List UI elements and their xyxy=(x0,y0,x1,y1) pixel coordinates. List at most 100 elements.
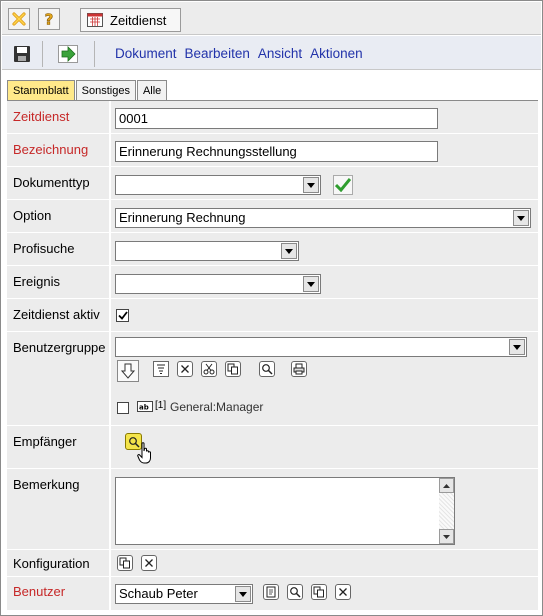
config-remove-button[interactable] xyxy=(141,555,157,571)
empfaenger-label: Empfänger xyxy=(7,426,109,468)
toolbar: Dokument Bearbeiten Ansicht Aktionen xyxy=(2,36,541,70)
konfiguration-label: Konfiguration xyxy=(7,550,109,576)
print-button[interactable] xyxy=(291,361,307,377)
benutzer-label: Benutzer xyxy=(7,577,109,610)
bemerkung-textarea[interactable] xyxy=(115,477,455,545)
option-select[interactable]: Erinnerung Rechnung xyxy=(115,208,531,228)
ereignis-select[interactable] xyxy=(115,274,321,294)
copy-icon xyxy=(119,557,130,569)
bemerkung-scrollbar[interactable] xyxy=(439,478,454,544)
scissors-icon xyxy=(203,363,215,375)
user-document-button[interactable] xyxy=(263,584,279,600)
chevron-down-icon xyxy=(281,243,297,259)
group-entry-label: General:Manager xyxy=(170,400,264,414)
zeitdienst-input[interactable]: 0001 xyxy=(115,108,438,129)
dokumenttyp-label: Dokumenttyp xyxy=(7,167,109,199)
document-tab[interactable]: Zeitdienst xyxy=(80,8,181,32)
arrow-down-icon xyxy=(120,363,136,379)
close-button[interactable] xyxy=(8,8,30,30)
ereignis-label: Ereignis xyxy=(7,266,109,298)
svg-text:ab: ab xyxy=(139,404,149,412)
row-benutzergruppe: Benutzergruppe ab [1] General:Manager xyxy=(7,332,538,426)
row-dokumenttyp: Dokumenttyp xyxy=(7,167,538,200)
help-button[interactable]: ? xyxy=(38,8,60,30)
search-icon xyxy=(262,364,273,375)
config-copy-button[interactable] xyxy=(117,555,133,571)
chevron-down-icon xyxy=(235,586,251,602)
sort-button[interactable] xyxy=(153,361,169,377)
tab-bar: Stammblatt Sonstiges Alle xyxy=(7,80,168,101)
chevron-down-icon xyxy=(303,177,319,193)
tab-alle[interactable]: Alle xyxy=(136,80,168,101)
document-icon xyxy=(266,586,276,598)
chevron-down-icon xyxy=(303,276,319,292)
row-zeitdienst-aktiv: Zeitdienst aktiv xyxy=(7,299,538,332)
user-search-button[interactable] xyxy=(287,584,303,600)
tab-stammblatt[interactable]: Stammblatt xyxy=(7,80,75,101)
floppy-disk-icon xyxy=(14,46,30,62)
menu-bar: Dokument Bearbeiten Ansicht Aktionen xyxy=(115,46,363,61)
zeitdienst-aktiv-label: Zeitdienst aktiv xyxy=(7,299,109,331)
user-copy-button[interactable] xyxy=(311,584,327,600)
row-bemerkung: Bemerkung xyxy=(7,469,538,550)
copy-icon xyxy=(227,363,238,375)
copy-icon xyxy=(313,586,324,598)
remove-button[interactable] xyxy=(177,361,193,377)
benutzer-select[interactable]: Schaub Peter xyxy=(115,584,253,604)
search-icon xyxy=(290,587,301,598)
close-icon xyxy=(12,12,26,26)
zeitdienst-label: Zeitdienst xyxy=(7,101,109,133)
row-konfiguration: Konfiguration xyxy=(7,550,538,577)
profisuche-label: Profisuche xyxy=(7,233,109,265)
printer-icon xyxy=(293,363,305,375)
benutzergruppe-select[interactable] xyxy=(115,337,527,357)
menu-aktionen[interactable]: Aktionen xyxy=(310,46,363,61)
check-icon xyxy=(117,311,128,320)
benutzergruppe-label: Benutzergruppe xyxy=(7,332,109,425)
copy-button[interactable] xyxy=(225,361,241,377)
forward-button[interactable] xyxy=(56,42,80,66)
user-remove-button[interactable] xyxy=(335,584,351,600)
menu-dokument[interactable]: Dokument xyxy=(115,46,177,61)
row-zeitdienst: Zeitdienst 0001 xyxy=(7,101,538,134)
profisuche-select[interactable] xyxy=(115,241,299,261)
document-tab-title: Zeitdienst xyxy=(110,12,167,28)
calendar-icon xyxy=(87,13,103,27)
group-entry-tag: [1] xyxy=(155,400,167,411)
row-benutzer: Benutzer Schaub Peter xyxy=(7,577,538,611)
row-empfaenger: Empfänger xyxy=(7,426,538,469)
cut-button[interactable] xyxy=(201,361,217,377)
zeitdienst-aktiv-checkbox[interactable] xyxy=(116,309,129,322)
application-window: ? Zeitdienst Dokument Bearbeiten Ansicht… xyxy=(0,0,543,616)
row-profisuche: Profisuche xyxy=(7,233,538,266)
bezeichnung-input[interactable]: Erinnerung Rechnungsstellung xyxy=(115,141,438,162)
menu-ansicht[interactable]: Ansicht xyxy=(258,46,302,61)
search-button[interactable] xyxy=(259,361,275,377)
bemerkung-label: Bemerkung xyxy=(7,469,109,549)
group-entry-checkbox[interactable] xyxy=(117,402,129,414)
option-value: Erinnerung Rechnung xyxy=(119,210,246,225)
bezeichnung-label: Bezeichnung xyxy=(7,134,109,166)
chevron-down-icon xyxy=(509,339,525,355)
tab-sonstiges[interactable]: Sonstiges xyxy=(75,80,136,101)
text-field-icon: ab xyxy=(137,400,153,413)
x-icon xyxy=(339,588,347,596)
menu-bearbeiten[interactable]: Bearbeiten xyxy=(185,46,250,61)
x-icon xyxy=(181,365,189,373)
save-button[interactable] xyxy=(10,42,34,66)
benutzer-value: Schaub Peter xyxy=(119,586,198,601)
option-label: Option xyxy=(7,200,109,232)
scroll-down-icon[interactable] xyxy=(439,529,454,544)
form: Zeitdienst 0001 Bezeichnung Erinnerung R… xyxy=(7,101,538,611)
arrow-right-icon xyxy=(58,45,78,63)
dokumenttyp-select[interactable] xyxy=(115,175,321,195)
add-group-button[interactable] xyxy=(117,360,139,382)
checkmark-icon xyxy=(335,178,351,192)
hand-cursor-icon xyxy=(137,442,151,464)
confirm-button[interactable] xyxy=(333,175,353,195)
list-icon xyxy=(157,364,165,374)
scroll-up-icon[interactable] xyxy=(439,478,454,493)
row-ereignis: Ereignis xyxy=(7,266,538,299)
row-bezeichnung: Bezeichnung Erinnerung Rechnungsstellung xyxy=(7,134,538,167)
x-icon xyxy=(145,559,153,567)
